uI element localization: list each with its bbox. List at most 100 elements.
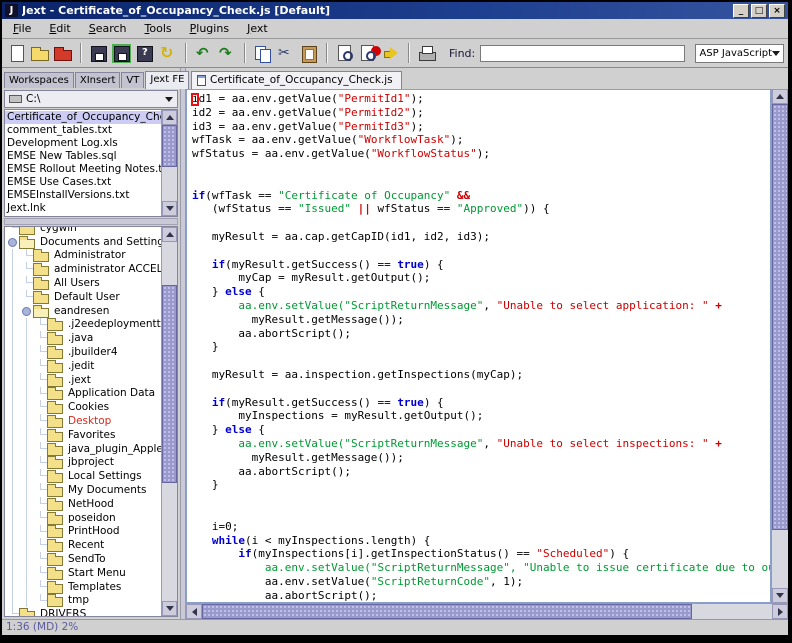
menu-plugins[interactable]: Plugins bbox=[182, 20, 237, 38]
tree-item[interactable]: My Documents bbox=[5, 483, 161, 497]
find-replace-icon[interactable] bbox=[357, 43, 378, 64]
scroll-track[interactable] bbox=[772, 104, 788, 588]
tree-item[interactable]: Cookies bbox=[5, 400, 161, 414]
scroll-down-button[interactable] bbox=[772, 588, 788, 603]
menu-jext[interactable]: Jext bbox=[239, 20, 276, 38]
tree-item[interactable]: cygwin bbox=[5, 227, 161, 235]
copy-icon[interactable] bbox=[252, 43, 273, 64]
scroll-up-button[interactable] bbox=[162, 227, 177, 242]
tree-item[interactable]: DRIVERS bbox=[5, 607, 161, 616]
title-bar[interactable]: J Jext - Certificate_of_Occupancy_Check.… bbox=[2, 2, 788, 19]
code-area[interactable]: id1 = aa.env.getValue("PermitId1");id2 =… bbox=[186, 89, 771, 603]
open-icon[interactable] bbox=[29, 43, 50, 64]
file-list-item[interactable]: EMSE New Tables.sql bbox=[5, 150, 161, 163]
scroll-up-button[interactable] bbox=[162, 110, 177, 125]
tree-item[interactable]: NetHood bbox=[5, 497, 161, 511]
tree-toggle-icon[interactable] bbox=[5, 235, 19, 249]
file-list-item[interactable]: Jext.lnk bbox=[5, 202, 161, 215]
tree-item[interactable]: java_plugin_AppletStore bbox=[5, 442, 161, 456]
editor-vertical-scrollbar[interactable] bbox=[771, 89, 788, 603]
code-line: aa.env.setValue("ScriptReturnCode", 1); bbox=[192, 575, 770, 589]
tab-workspaces[interactable]: Workspaces bbox=[4, 72, 74, 88]
menu-tools[interactable]: Tools bbox=[137, 20, 180, 38]
tree-item[interactable]: Default User bbox=[5, 290, 161, 304]
save-all-icon[interactable] bbox=[111, 43, 132, 64]
tab-xinsert[interactable]: XInsert bbox=[75, 72, 121, 88]
scroll-track[interactable] bbox=[162, 242, 177, 601]
maximize-button[interactable]: □ bbox=[751, 4, 767, 18]
tree-item[interactable]: .java bbox=[5, 331, 161, 345]
tree-item[interactable]: PrintHood bbox=[5, 525, 161, 539]
file-list-item[interactable]: Development Log.xls bbox=[5, 137, 161, 150]
scroll-left-button[interactable] bbox=[186, 604, 202, 619]
editor-tab-certificate[interactable]: Certificate_of_Occupancy_Check.js bbox=[191, 71, 402, 89]
goto-icon[interactable] bbox=[380, 43, 401, 64]
path-combo[interactable]: C:\ bbox=[4, 90, 178, 108]
tree-item[interactable]: All Users bbox=[5, 276, 161, 290]
paste-icon[interactable] bbox=[298, 43, 319, 64]
scroll-track[interactable] bbox=[202, 604, 772, 619]
tree-item[interactable]: Documents and Settings bbox=[5, 235, 161, 249]
save-as-icon[interactable] bbox=[134, 43, 155, 64]
tree-item[interactable]: SendTo bbox=[5, 552, 161, 566]
save-icon[interactable] bbox=[88, 43, 109, 64]
tree-item[interactable]: Recent bbox=[5, 538, 161, 552]
close-button[interactable]: × bbox=[769, 4, 785, 18]
menu-search[interactable]: Search bbox=[81, 20, 135, 38]
redo-icon[interactable] bbox=[216, 43, 237, 64]
undo-icon[interactable] bbox=[193, 43, 214, 64]
scroll-right-button[interactable] bbox=[772, 604, 788, 619]
tree-item[interactable]: .jbuilder4 bbox=[5, 345, 161, 359]
tree-item[interactable]: jbproject bbox=[5, 456, 161, 470]
cut-icon[interactable] bbox=[275, 43, 296, 64]
tree-item[interactable]: administrator ACCELA bbox=[5, 262, 161, 276]
scroll-thumb[interactable] bbox=[162, 125, 177, 167]
new-icon[interactable] bbox=[6, 43, 27, 64]
scroll-track[interactable] bbox=[162, 125, 177, 201]
editor-horizontal-scrollbar[interactable] bbox=[186, 603, 788, 619]
scroll-up-button[interactable] bbox=[772, 89, 788, 104]
code-line: id1 = aa.env.getValue("PermitId1"); bbox=[192, 92, 770, 106]
tree-item[interactable]: .j2eedeploymenttool bbox=[5, 318, 161, 332]
find-icon[interactable] bbox=[334, 43, 355, 64]
tree-item[interactable]: .jext bbox=[5, 373, 161, 387]
tree-item[interactable]: Start Menu bbox=[5, 566, 161, 580]
tab-vt[interactable]: VT bbox=[121, 72, 144, 88]
tree-toggle-icon[interactable] bbox=[19, 304, 33, 318]
file-list-item[interactable]: EMSE Rollout Meeting Notes.txt bbox=[5, 163, 161, 176]
tree-scrollbar[interactable] bbox=[161, 227, 177, 616]
tree-item[interactable]: tmp bbox=[5, 594, 161, 608]
scroll-thumb[interactable] bbox=[162, 285, 177, 482]
tree-item[interactable]: Local Settings bbox=[5, 469, 161, 483]
tree-item[interactable]: Desktop bbox=[5, 414, 161, 428]
file-list-item[interactable]: EMSE Use Cases.txt bbox=[5, 176, 161, 189]
tree-item[interactable]: Administrator bbox=[5, 249, 161, 263]
tree-item[interactable]: Application Data bbox=[5, 387, 161, 401]
tree-guide bbox=[5, 580, 19, 594]
tree-item[interactable]: Templates bbox=[5, 580, 161, 594]
file-list-item[interactable]: Certificate_of_Occupancy_Check.js bbox=[5, 111, 161, 124]
tree-item[interactable]: .jedit bbox=[5, 359, 161, 373]
minimize-button[interactable]: _ bbox=[733, 4, 749, 18]
scroll-thumb[interactable] bbox=[772, 104, 788, 530]
tree-item[interactable]: eandresen bbox=[5, 304, 161, 318]
close-icon[interactable] bbox=[52, 43, 73, 64]
file-list-item[interactable]: EMSEInstallVersions.txt bbox=[5, 189, 161, 202]
tab-jext-fe[interactable]: Jext FE bbox=[145, 71, 189, 89]
scroll-down-button[interactable] bbox=[162, 201, 177, 216]
menu-file[interactable]: File bbox=[5, 20, 39, 38]
horizontal-splitter[interactable] bbox=[4, 218, 178, 225]
scroll-down-button[interactable] bbox=[162, 601, 177, 616]
file-list-scrollbar[interactable] bbox=[161, 110, 177, 216]
tree-item[interactable]: Favorites bbox=[5, 428, 161, 442]
menu-edit[interactable]: Edit bbox=[41, 20, 78, 38]
folder-icon bbox=[47, 429, 63, 441]
file-list-item[interactable]: comment_tables.txt bbox=[5, 124, 161, 137]
find-input[interactable] bbox=[480, 45, 685, 62]
tree-item[interactable]: poseidon bbox=[5, 511, 161, 525]
scroll-thumb[interactable] bbox=[202, 604, 692, 619]
print-icon[interactable] bbox=[416, 43, 437, 64]
syntax-mode-select[interactable]: ASP JavaScript bbox=[695, 44, 784, 63]
reload-icon[interactable] bbox=[157, 43, 178, 64]
folder-icon bbox=[47, 346, 63, 358]
